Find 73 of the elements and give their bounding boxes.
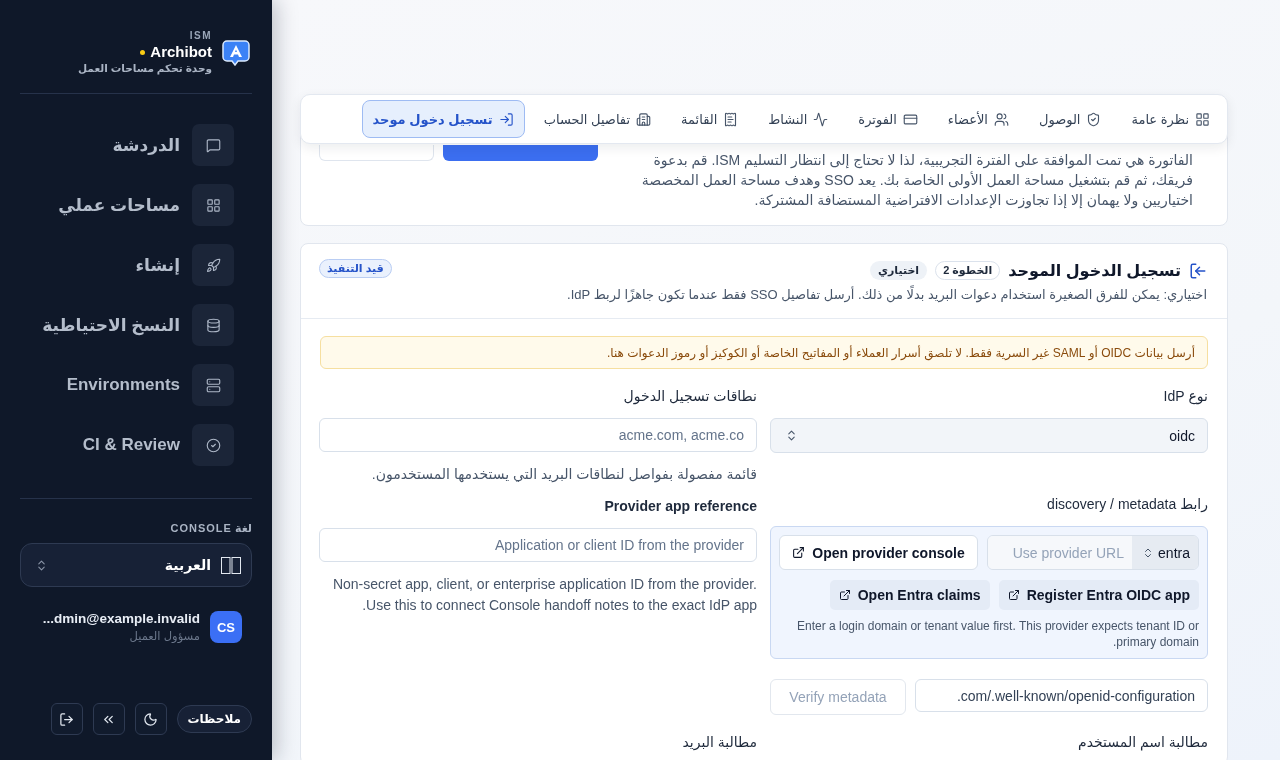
tab[interactable]: نظرة عامة xyxy=(1120,100,1221,138)
grid-icon xyxy=(205,197,221,213)
field-label: رابط discovery / metadata xyxy=(1046,495,1208,513)
language-label: لغة CONSOLE xyxy=(169,522,252,535)
tab[interactable]: الوصول xyxy=(1027,100,1113,138)
brand-subtitle: وحدة تحكم مساحات العمل xyxy=(77,62,212,75)
login-icon xyxy=(1189,261,1207,280)
card-description: اختياري: يمكن للفرق الصغيرة استخدام دعوات البريد بدلًا من ذلك. أرسل تفاصيل SSO فقط عندما تكون جاهزًا لربط IdP. xyxy=(567,287,1207,302)
logo-icon xyxy=(222,39,250,66)
tab[interactable]: الفوترة xyxy=(847,100,929,138)
collapse-button[interactable] xyxy=(92,703,125,735)
external-link-icon xyxy=(1007,589,1020,601)
rocket-icon xyxy=(205,257,221,273)
user-avatar: CS xyxy=(210,611,242,643)
flag-icon xyxy=(221,556,241,574)
external-link-icon xyxy=(838,589,851,601)
nav-item[interactable]: النسخ الاحتياطية xyxy=(20,304,234,346)
warning-banner: أرسل بيانات OIDC أو SAML غير السرية فقط. لا تلصق أسرار العملاء أو المفاتيح الخاصة أو الكوكيز أو رموز الدعوات هنا. xyxy=(320,336,1208,369)
field-hint: Non-secret app, client, or enterprise application ID from the provider. Use this to connect Console handoff notes to the exact IdP app. xyxy=(331,575,757,615)
field-label: Provider app reference xyxy=(603,497,757,515)
activity-icon xyxy=(813,111,829,127)
language-select[interactable]: العربية xyxy=(20,543,252,587)
domains-field[interactable]: acme.com, acme.co xyxy=(319,418,757,452)
field-hint: قائمة مفصولة بفواصل لنطاقات البريد التي يستخدمها المستخدمون. xyxy=(370,465,757,485)
chevrons-icon xyxy=(35,558,48,572)
login-icon xyxy=(498,111,514,127)
user-email: dmin@example.invalid... xyxy=(42,611,200,626)
field-label: نطاقات تسجيل الدخول xyxy=(622,387,757,405)
users-icon xyxy=(993,111,1009,127)
shield-icon xyxy=(1086,111,1102,127)
nav-item[interactable]: CI & Review xyxy=(20,424,234,466)
external-link-icon xyxy=(792,546,806,559)
idp-type-select[interactable]: oidc xyxy=(770,418,1208,453)
notes-button[interactable]: ملاحظات xyxy=(176,705,252,733)
chat-icon xyxy=(205,137,221,153)
app-reference-field[interactable]: Application or client ID from the provider xyxy=(319,528,757,562)
brand-name: Archibot xyxy=(150,42,212,62)
tab[interactable]: تسجيل دخول موحد xyxy=(361,100,525,138)
nav-item[interactable]: Environments xyxy=(20,364,234,406)
register-app-button[interactable]: Register Entra OIDC app xyxy=(998,580,1199,610)
receipt-icon xyxy=(723,111,739,127)
moon-icon xyxy=(143,711,159,727)
status-dot-icon xyxy=(140,49,146,55)
tab[interactable]: تفاصيل الحساب xyxy=(532,100,663,138)
nav-item[interactable]: مساحات عملي xyxy=(20,184,234,226)
brand-eyebrow: ISM xyxy=(189,30,212,42)
tab[interactable]: الأعضاء xyxy=(936,100,1020,138)
database-icon xyxy=(205,317,221,333)
open-claims-button[interactable]: Open Entra claims xyxy=(829,580,990,610)
card-title: تسجيل الدخول الموحد xyxy=(1008,261,1181,280)
server-icon xyxy=(205,377,221,393)
provider-note: Enter a login domain or tenant value first. This provider expects tenant ID or primary domain. xyxy=(796,618,1199,650)
user-role: مسؤول العميل xyxy=(128,629,200,643)
nav-item[interactable]: إنشاء xyxy=(20,244,234,286)
open-console-button[interactable]: Open provider console xyxy=(779,535,978,570)
grid-icon xyxy=(1195,111,1210,127)
field-label: نوع IdP xyxy=(1162,387,1208,405)
metadata-url-field[interactable]: .com/.well-known/openid-configuration xyxy=(915,679,1208,712)
status-badge: قيد التنفيذ xyxy=(319,259,392,278)
building-icon xyxy=(636,111,652,127)
nav-item[interactable]: الدردشة xyxy=(20,124,234,166)
tab[interactable]: النشاط xyxy=(757,100,840,138)
logout-icon xyxy=(59,711,75,727)
field-label: مطالبة اسم المستخدم xyxy=(1077,733,1208,751)
card-icon xyxy=(902,111,918,127)
optional-badge: اختياري xyxy=(869,261,928,280)
logout-button[interactable] xyxy=(50,703,83,735)
chevrons-icon xyxy=(785,429,798,442)
check-circle-icon xyxy=(205,437,221,453)
tab[interactable]: القائمة xyxy=(670,100,750,138)
theme-button[interactable] xyxy=(134,703,167,735)
field-label: مطالبة البريد xyxy=(681,733,757,751)
intro-text: الفاتورة هي تمت الموافقة على الفترة التجريبية، لذا لا تحتاج إلى انتظار التسليم ISM. قم بدعوة فريقك، ثم قم بتشغيل مساحة العمل الأولى الخاصة بك. يعد SSO وهدف مساحة العمل المخصصة اختياريين ولا يهمان إلا إذا تجاوزت الإعدادات الافتراضية المستضافة المشتركة. xyxy=(640,151,1193,210)
